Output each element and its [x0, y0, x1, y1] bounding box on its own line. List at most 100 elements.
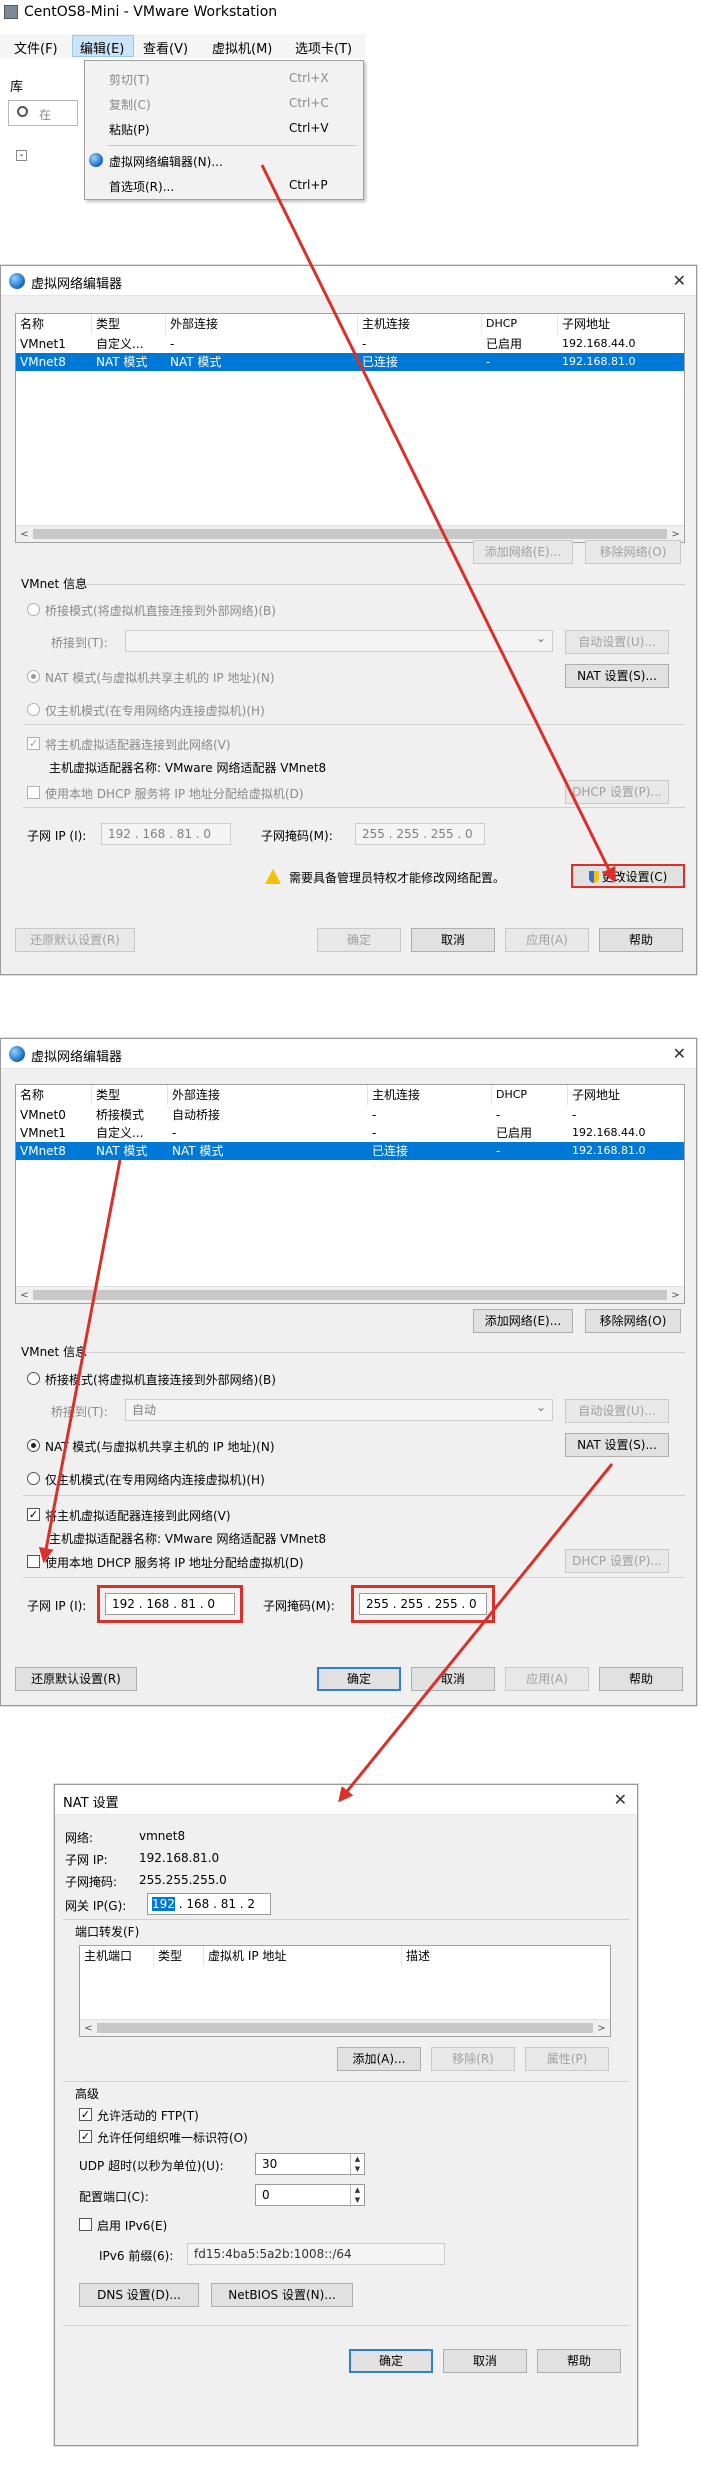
menu-item-virtual-network-editor[interactable]: 虚拟网络编辑器(N)...: [109, 153, 223, 170]
apply-button[interactable]: 应用(A): [505, 1667, 589, 1691]
subnet-mask-field[interactable]: 255 . 255 . 255 . 0: [355, 823, 485, 845]
spinner-icon[interactable]: ▲ ▼: [350, 2185, 364, 2207]
gateway-ip-field[interactable]: 192 . 168 . 81 . 2: [147, 1893, 271, 1915]
menu-item-paste[interactable]: 粘贴(P): [109, 121, 150, 138]
remove-port-button[interactable]: 移除(R): [431, 2047, 515, 2071]
col-header-host[interactable]: 主机连接: [368, 1085, 492, 1105]
col-header-dhcp[interactable]: DHCP: [492, 1085, 568, 1105]
dhcp-settings-button[interactable]: DHCP 设置(P)...: [565, 780, 669, 804]
subnet-ip-field[interactable]: 192 . 168 . 81 . 0: [101, 823, 231, 845]
menu-item-preferences[interactable]: 首选项(R)...: [109, 178, 174, 195]
col-header-dhcp[interactable]: DHCP: [482, 314, 558, 334]
col-header-subnet[interactable]: 子网地址: [558, 314, 684, 334]
scroll-right-icon[interactable]: >: [667, 1287, 684, 1303]
bridge-to-select[interactable]: 自动: [125, 1397, 553, 1421]
connect-adapter-checkbox[interactable]: ✓: [27, 737, 40, 750]
use-dhcp-checkbox[interactable]: [27, 786, 40, 799]
menu-vm[interactable]: 虚拟机(M): [212, 38, 272, 57]
dhcp-settings-button[interactable]: DHCP 设置(P)...: [565, 1549, 669, 1573]
add-network-button[interactable]: 添加网络(E)...: [473, 1309, 573, 1333]
col-header-type[interactable]: 类型: [92, 314, 166, 334]
horizontal-scrollbar[interactable]: < >: [16, 525, 684, 542]
bridged-radio[interactable]: [27, 603, 40, 616]
add-network-button[interactable]: 添加网络(E)...: [473, 540, 573, 564]
config-port-stepper[interactable]: 0 ▲ ▼: [255, 2184, 365, 2207]
udp-timeout-stepper[interactable]: 30 ▲ ▼: [255, 2153, 365, 2176]
col-header-description[interactable]: 描述: [402, 1946, 610, 1966]
menu-tabs[interactable]: 选项卡(T): [295, 38, 352, 57]
nat-settings-button[interactable]: NAT 设置(S)...: [565, 664, 669, 688]
table-row[interactable]: VMnet8 NAT 模式 NAT 模式 已连接 - 192.168.81.0: [16, 353, 684, 371]
cancel-button[interactable]: 取消: [411, 1667, 495, 1691]
scroll-left-icon[interactable]: <: [80, 2020, 97, 2036]
horizontal-scrollbar[interactable]: < >: [80, 2019, 610, 2036]
col-header-external[interactable]: 外部连接: [168, 1085, 368, 1105]
scroll-left-icon[interactable]: <: [16, 526, 33, 542]
library-search[interactable]: 在: [8, 100, 78, 126]
vne2-network-list[interactable]: 名称 类型 外部连接 主机连接 DHCP 子网地址 VMnet0 桥接模式 自动…: [15, 1084, 685, 1304]
menu-item-cut[interactable]: 剪切(T): [109, 71, 150, 88]
col-header-host-port[interactable]: 主机端口: [80, 1946, 154, 1966]
menu-item-copy[interactable]: 复制(C): [109, 96, 151, 113]
menu-file[interactable]: 文件(F): [14, 38, 58, 57]
bridged-radio[interactable]: [27, 1372, 40, 1385]
col-header-type[interactable]: 类型: [92, 1085, 168, 1105]
table-row[interactable]: VMnet1 自定义... - - 已启用 192.168.44.0: [16, 335, 684, 353]
scroll-left-icon[interactable]: <: [16, 1287, 33, 1303]
scroll-thumb[interactable]: [97, 2023, 593, 2033]
cancel-button[interactable]: 取消: [411, 928, 495, 952]
col-header-type[interactable]: 类型: [154, 1946, 204, 1966]
col-header-external[interactable]: 外部连接: [166, 314, 358, 334]
restore-defaults-button[interactable]: 还原默认设置(R): [15, 1667, 137, 1691]
ok-button[interactable]: 确定: [317, 928, 401, 952]
add-port-button[interactable]: 添加(A)...: [337, 2047, 421, 2071]
cancel-button[interactable]: 取消: [443, 2349, 527, 2373]
remove-network-button[interactable]: 移除网络(O): [585, 1309, 681, 1333]
col-header-host[interactable]: 主机连接: [358, 314, 482, 334]
spinner-icon[interactable]: ▲ ▼: [350, 2154, 364, 2176]
allow-ftp-checkbox[interactable]: ✓: [79, 2108, 92, 2121]
hostonly-radio[interactable]: [27, 1472, 40, 1485]
table-row[interactable]: VMnet8 NAT 模式 NAT 模式 已连接 - 192.168.81.0: [16, 1142, 684, 1160]
port-properties-button[interactable]: 属性(P): [525, 2047, 609, 2071]
close-icon[interactable]: ✕: [614, 1790, 627, 1809]
vne1-network-list[interactable]: 名称 类型 外部连接 主机连接 DHCP 子网地址 VMnet1 自定义... …: [15, 313, 685, 543]
remove-network-button[interactable]: 移除网络(O): [585, 540, 681, 564]
col-header-subnet[interactable]: 子网地址: [568, 1085, 684, 1105]
enable-ipv6-checkbox[interactable]: [79, 2218, 92, 2231]
col-header-name[interactable]: 名称: [16, 1085, 92, 1105]
tree-expand-icon[interactable]: -: [16, 150, 27, 161]
scroll-thumb[interactable]: [33, 1290, 667, 1300]
nat-settings-button[interactable]: NAT 设置(S)...: [565, 1433, 669, 1457]
close-icon[interactable]: ✕: [673, 1044, 686, 1063]
bridge-to-select[interactable]: [125, 628, 553, 652]
help-button[interactable]: 帮助: [599, 928, 683, 952]
ipv6-prefix-field[interactable]: fd15:4ba5:5a2b:1008::/64: [187, 2243, 445, 2265]
auto-settings-button[interactable]: 自动设置(U)...: [565, 630, 669, 654]
scroll-right-icon[interactable]: >: [593, 2020, 610, 2036]
ok-button[interactable]: 确定: [349, 2349, 433, 2373]
col-header-name[interactable]: 名称: [16, 314, 92, 334]
use-dhcp-checkbox[interactable]: [27, 1555, 40, 1568]
table-row[interactable]: VMnet1 自定义... - - 已启用 192.168.44.0: [16, 1124, 684, 1142]
allow-oui-checkbox[interactable]: ✓: [79, 2130, 92, 2143]
menu-view[interactable]: 查看(V): [143, 38, 188, 57]
auto-settings-button[interactable]: 自动设置(U)...: [565, 1399, 669, 1423]
help-button[interactable]: 帮助: [537, 2349, 621, 2373]
dns-settings-button[interactable]: DNS 设置(D)...: [79, 2283, 199, 2307]
table-row[interactable]: VMnet0 桥接模式 自动桥接 - - -: [16, 1106, 684, 1124]
change-settings-button[interactable]: 更改设置(C): [571, 864, 685, 888]
nat-radio[interactable]: [27, 670, 40, 683]
ok-button[interactable]: 确定: [317, 1667, 401, 1691]
col-header-vm-ip[interactable]: 虚拟机 IP 地址: [204, 1946, 402, 1966]
scroll-thumb[interactable]: [33, 529, 667, 539]
hostonly-radio[interactable]: [27, 703, 40, 716]
netbios-settings-button[interactable]: NetBIOS 设置(N)...: [211, 2283, 353, 2307]
horizontal-scrollbar[interactable]: < >: [16, 1286, 684, 1303]
connect-adapter-checkbox[interactable]: ✓: [27, 1508, 40, 1521]
port-forwarding-list[interactable]: 主机端口 类型 虚拟机 IP 地址 描述 < >: [79, 1945, 611, 2037]
apply-button[interactable]: 应用(A): [505, 928, 589, 952]
nat-radio[interactable]: [27, 1439, 40, 1452]
close-icon[interactable]: ✕: [673, 271, 686, 290]
help-button[interactable]: 帮助: [599, 1667, 683, 1691]
